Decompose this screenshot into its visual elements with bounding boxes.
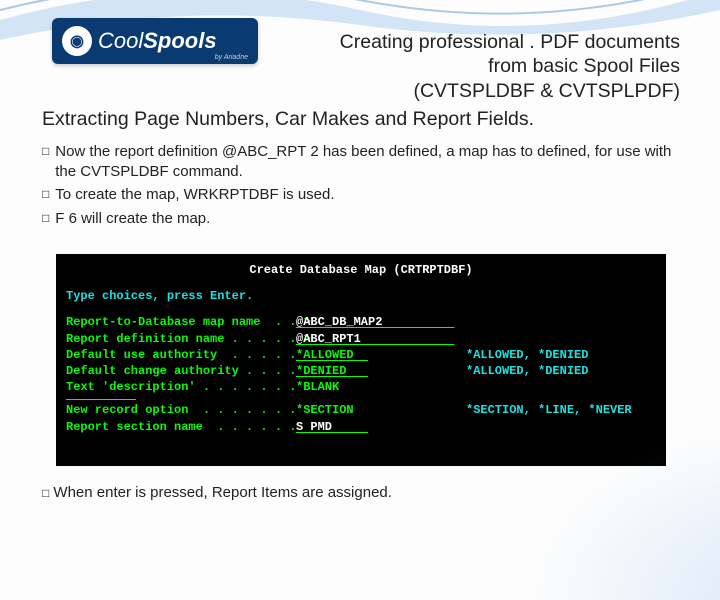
field-use-auth[interactable]: *ALLOWED bbox=[296, 347, 466, 363]
field-new-record[interactable]: *SECTION bbox=[296, 402, 466, 418]
spool-icon: ◉ bbox=[62, 26, 92, 56]
field-report-def[interactable]: @ABC_RPT1 bbox=[296, 331, 466, 347]
bullet-item: □ Now the report definition @ABC_RPT 2 ha… bbox=[42, 142, 680, 181]
bullet-icon: □ bbox=[42, 142, 49, 160]
terminal-title: Create Database Map (CRTRPTDBF) bbox=[66, 262, 656, 278]
bullet-list: □ Now the report definition @ABC_RPT 2 ha… bbox=[42, 142, 680, 232]
logo-subtitle: by Ariadne bbox=[215, 54, 248, 61]
bullet-text: Now the report definition @ABC_RPT 2 has… bbox=[55, 142, 680, 181]
slide-title: Creating professional . PDF documents fr… bbox=[340, 30, 680, 103]
terminal-divider bbox=[66, 399, 136, 400]
footer-bullet: □ When enter is pressed, Report Items ar… bbox=[42, 484, 680, 501]
field-description[interactable]: *BLANK bbox=[296, 379, 466, 395]
terminal-row: Report-to-Database map name . . > @ABC_D… bbox=[66, 314, 656, 330]
slide-subtitle: Extracting Page Numbers, Car Makes and R… bbox=[42, 108, 680, 131]
bullet-icon: □ bbox=[42, 185, 49, 203]
coolspools-logo: ◉ Cool Spools by Ariadne bbox=[52, 18, 258, 64]
bullet-text: To create the map, WRKRPTDBF is used. bbox=[55, 185, 334, 205]
terminal-row: Report section name . . . . . . S PMD bbox=[66, 419, 656, 435]
logo-text-spools: Spools bbox=[143, 28, 216, 54]
terminal-row: Default change authority . . . . *DENIED… bbox=[66, 363, 656, 379]
terminal-prompt: Type choices, press Enter. bbox=[66, 288, 656, 304]
field-change-auth[interactable]: *DENIED bbox=[296, 363, 466, 379]
bullet-item: □ To create the map, WRKRPTDBF is used. bbox=[42, 185, 680, 205]
terminal-row: Default use authority . . . . . *ALLOWED… bbox=[66, 347, 656, 363]
title-line-1: Creating professional . PDF documents bbox=[340, 30, 680, 54]
footer-text: When enter is pressed, Report Items are … bbox=[53, 484, 392, 501]
title-line-2: from basic Spool Files bbox=[340, 54, 680, 78]
bullet-text: F 6 will create the map. bbox=[55, 209, 210, 229]
terminal-row: New record option . . . . . . . *SECTION… bbox=[66, 402, 656, 418]
bullet-icon: □ bbox=[42, 486, 49, 500]
logo-text-cool: Cool bbox=[98, 28, 143, 54]
terminal-screenshot: Create Database Map (CRTRPTDBF) Type cho… bbox=[56, 254, 666, 466]
bullet-item: □ F 6 will create the map. bbox=[42, 209, 680, 229]
field-map-name[interactable]: @ABC_DB_MAP2 bbox=[296, 314, 466, 330]
bullet-icon: □ bbox=[42, 209, 49, 227]
terminal-row: Text 'description' . . . . . . . *BLANK bbox=[66, 379, 656, 395]
title-line-3: (CVTSPLDBF & CVTSPLPDF) bbox=[340, 79, 680, 103]
terminal-row: Report definition name . . . . . > @ABC_… bbox=[66, 331, 656, 347]
field-section-name[interactable]: S PMD bbox=[296, 419, 466, 435]
